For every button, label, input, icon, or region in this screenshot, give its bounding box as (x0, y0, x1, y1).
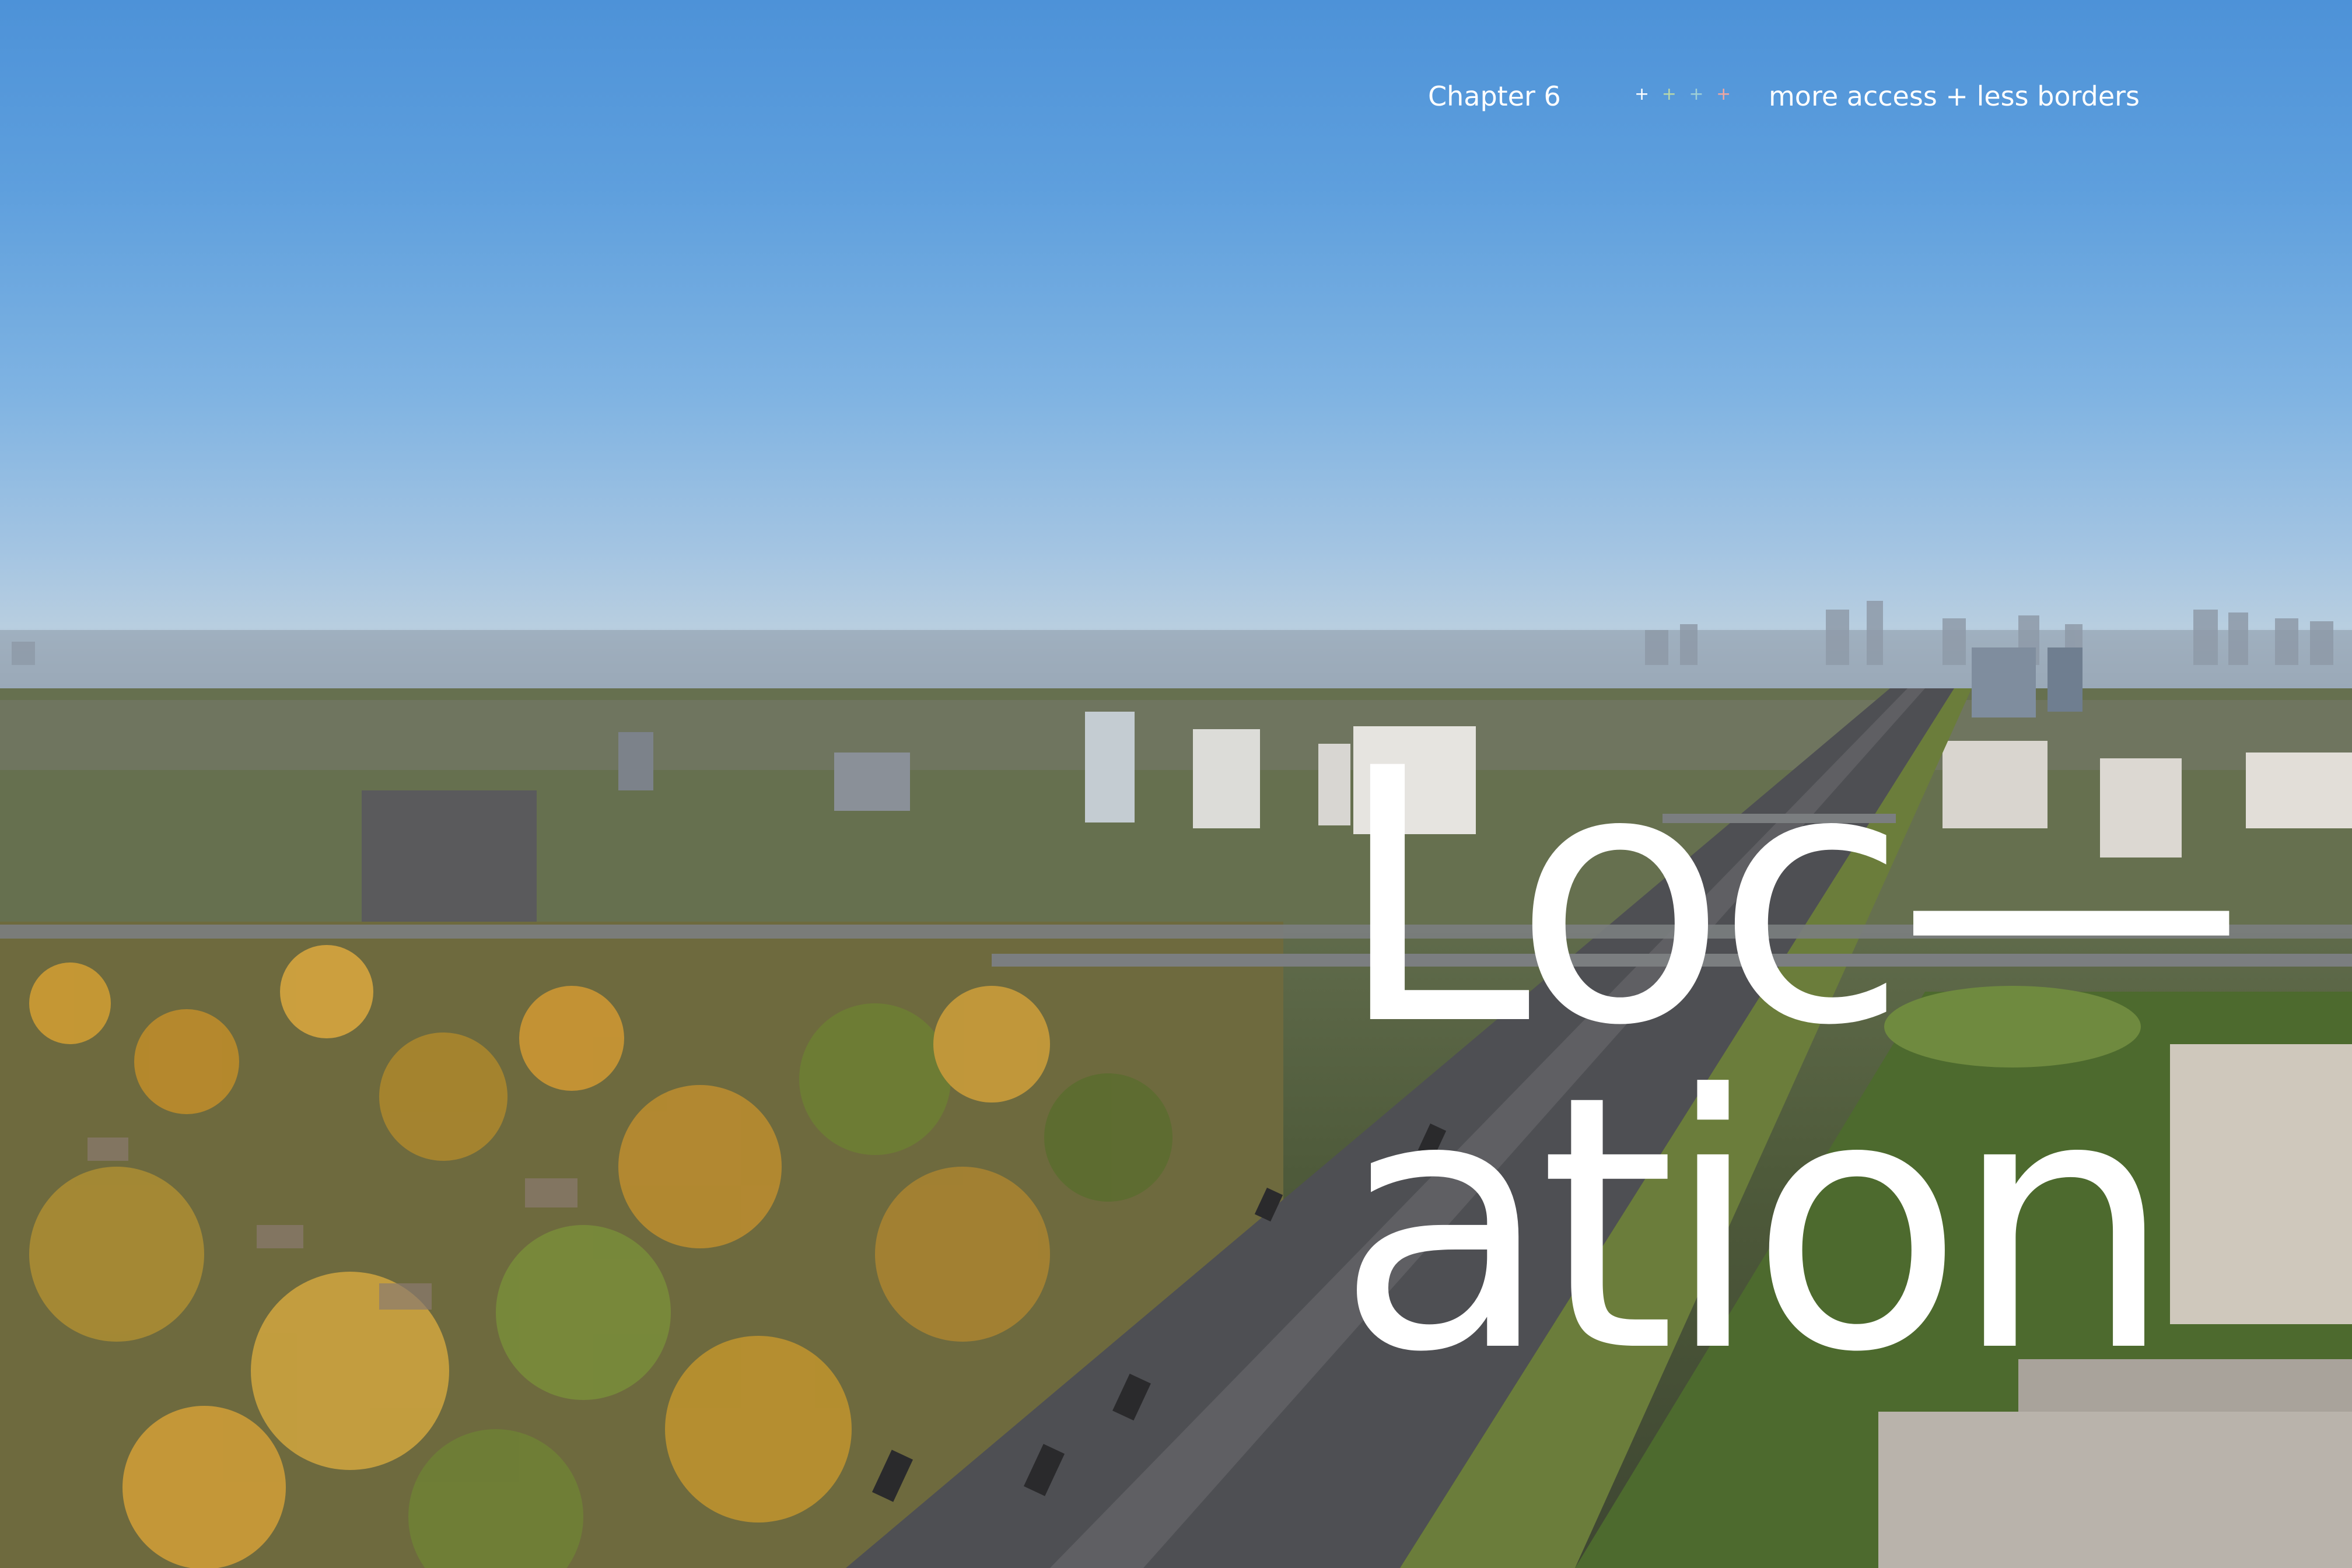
chapter-label: Chapter 6 (1428, 80, 1561, 112)
page: Chapter 6 + + + + more access + less bor… (0, 0, 2352, 1568)
title-line-2: ation (1336, 1021, 2174, 1429)
chapter-tagline: more access + less borders (1769, 80, 2140, 112)
plus-icon: + (1634, 84, 1653, 104)
plus-icon: + (1716, 84, 1735, 104)
chapter-header: Chapter 6 + + + + more access + less bor… (1428, 80, 2198, 116)
plus-icon: + (1661, 84, 1680, 104)
chapter-title: Loc— ation (1336, 723, 2246, 1400)
plus-separator: + + + + (1634, 84, 1734, 104)
plus-icon: + (1689, 84, 1707, 104)
